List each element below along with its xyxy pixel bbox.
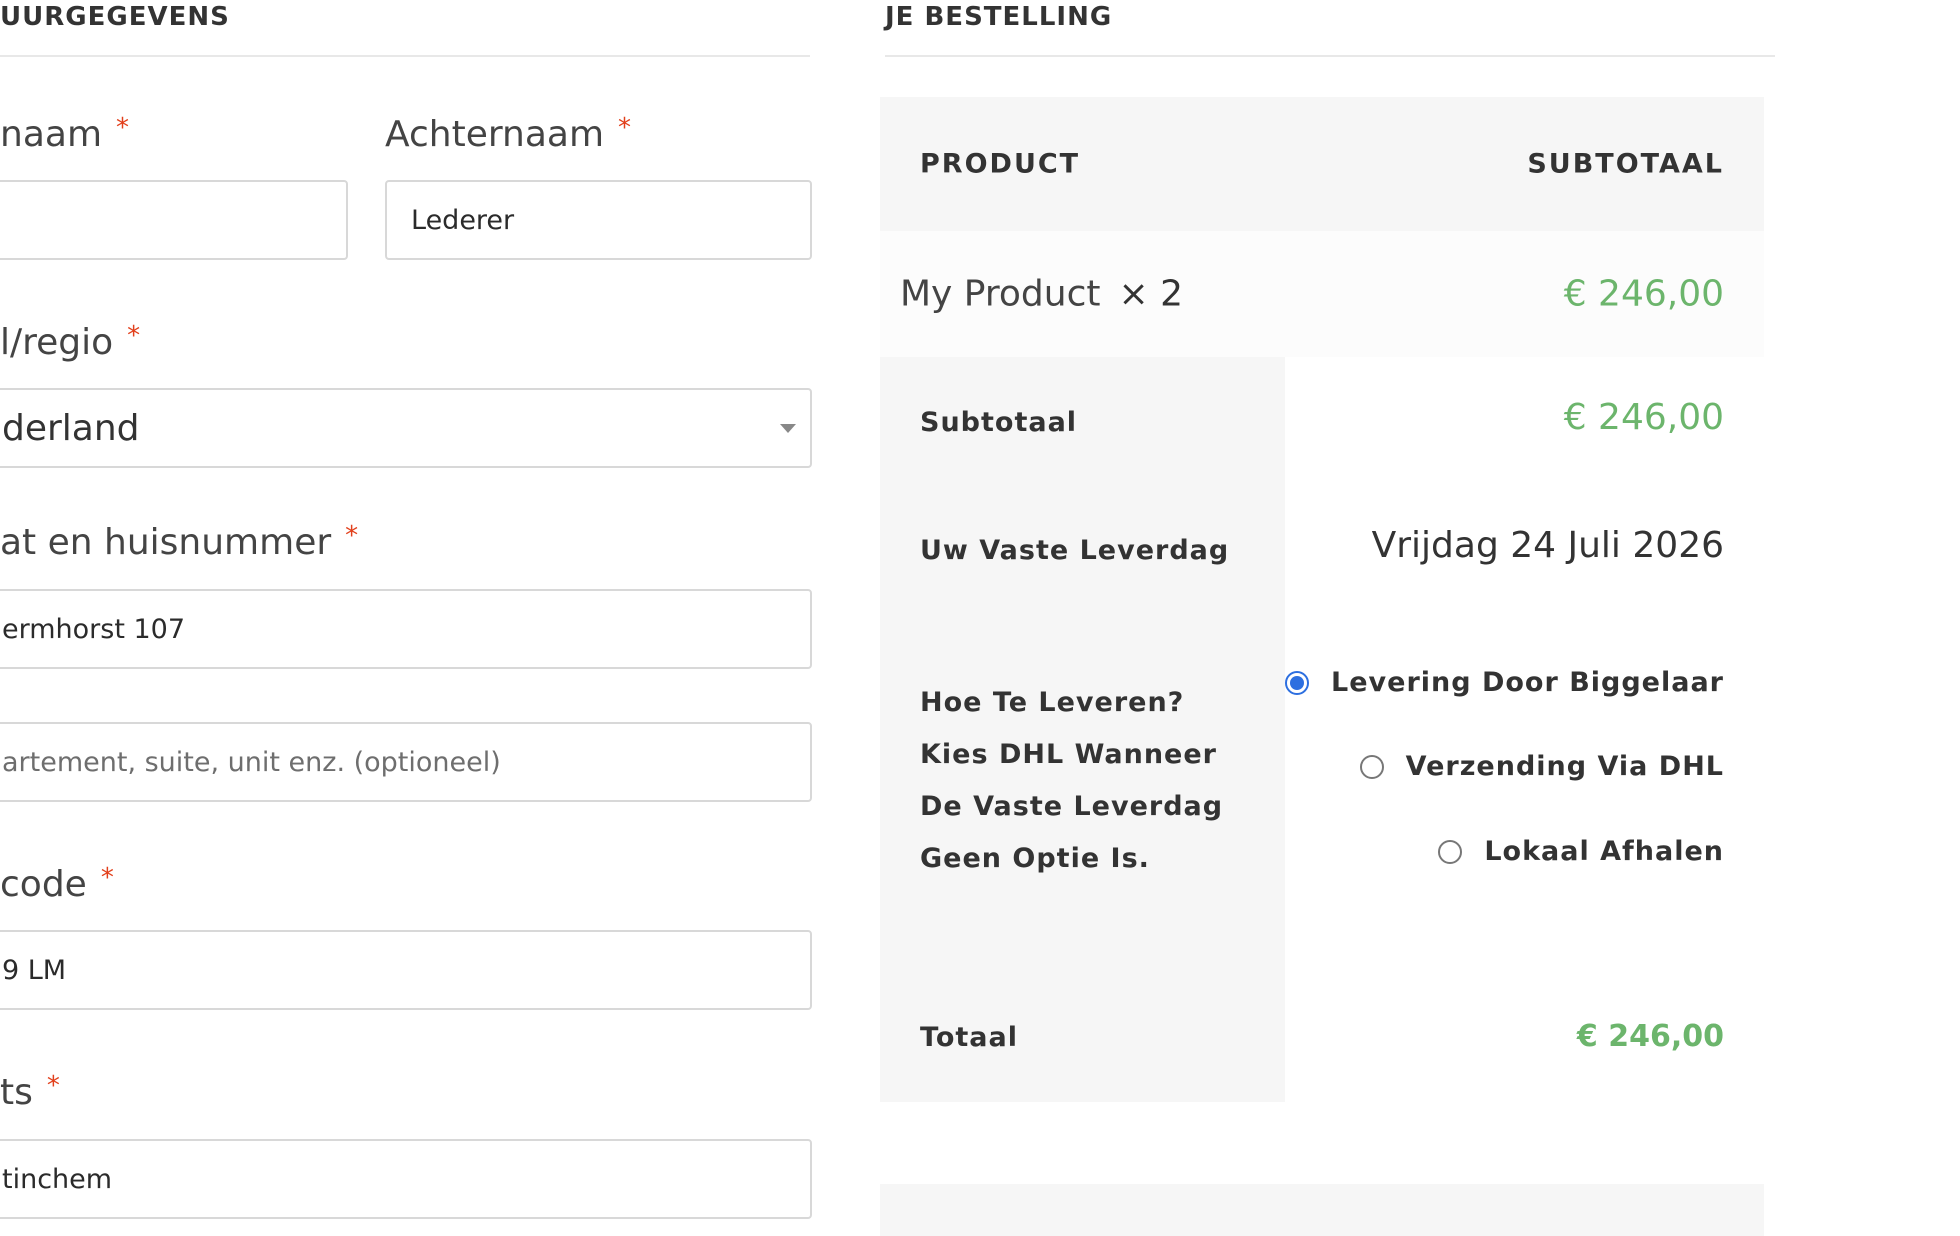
country-label-text: l/regio — [0, 322, 114, 363]
last-name-field[interactable]: Lederer — [385, 180, 812, 260]
radio-selected-icon[interactable] — [1285, 670, 1310, 695]
required-marker: * — [116, 113, 130, 143]
chevron-down-icon — [780, 424, 796, 433]
radio-unselected-icon[interactable] — [1359, 754, 1384, 779]
postcode-label: code * — [0, 863, 114, 905]
country-select-value: derland — [2, 407, 140, 449]
product-name: My Product — [900, 273, 1101, 315]
radio-unselected-icon[interactable] — [1438, 839, 1463, 864]
postcode-label-text: code — [0, 864, 87, 905]
order-table-header: PRODUCT SUBTOTAAL — [880, 97, 1764, 231]
shipping-option-label: Levering Door Biggelaar — [1331, 667, 1724, 698]
city-label: ts * — [0, 1071, 60, 1113]
street-label-text: at en huisnummer — [0, 522, 332, 563]
shipping-option-pickup[interactable]: Lokaal Afhalen — [1438, 836, 1724, 867]
billing-heading: UURGEGEVENS — [0, 2, 230, 32]
delivery-day-value: Vrijdag 24 Juli 2026 — [1371, 525, 1724, 566]
postcode-field[interactable]: 9 LM — [0, 930, 812, 1010]
city-label-text: ts — [0, 1072, 33, 1113]
shipping-option-label: Verzending Via DHL — [1405, 751, 1724, 782]
required-marker: * — [46, 1071, 60, 1101]
order-item-name: My Product × 2 — [900, 274, 1183, 315]
product-quantity: × 2 — [1118, 273, 1184, 315]
last-name-label: Achternaam * — [385, 113, 632, 155]
order-heading: JE BESTELLING — [885, 2, 1113, 32]
address2-field[interactable]: artement, suite, unit enz. (optioneel) — [0, 722, 812, 802]
last-name-label-text: Achternaam — [385, 114, 605, 155]
subtotal-label: Subtotaal — [920, 407, 1078, 438]
subtotal-value: € 246,00 — [1563, 397, 1724, 438]
subtotal-column-header: SUBTOTAAL — [1527, 148, 1724, 180]
order-item-row: My Product × 2 € 246,00 — [880, 231, 1764, 357]
shipping-option-dhl[interactable]: Verzending Via DHL — [1359, 751, 1724, 782]
country-select[interactable]: derland — [0, 388, 812, 468]
required-marker: * — [618, 113, 632, 143]
required-marker: * — [345, 521, 359, 551]
shipping-option-label: Lokaal Afhalen — [1484, 836, 1724, 867]
required-marker: * — [100, 863, 114, 893]
country-label: l/regio * — [0, 321, 141, 363]
total-label: Totaal — [920, 1022, 1018, 1053]
billing-divider — [0, 55, 810, 57]
product-column-header: PRODUCT — [920, 148, 1081, 180]
shipping-method-label: Hoe Te Leveren? Kies DHL Wanneer De Vast… — [920, 687, 1224, 874]
first-name-field[interactable] — [0, 180, 348, 260]
city-field[interactable]: tinchem — [0, 1139, 812, 1219]
payment-methods-box — [880, 1184, 1764, 1236]
first-name-label-text: naam — [0, 114, 103, 155]
total-value: € 246,00 — [1576, 1019, 1724, 1054]
shipping-option-biggelaar[interactable]: Levering Door Biggelaar — [1285, 667, 1724, 698]
delivery-day-label: Uw Vaste Leverdag — [920, 535, 1230, 566]
first-name-label: naam * — [0, 113, 130, 155]
order-item-price: € 246,00 — [1563, 273, 1724, 315]
street-label: at en huisnummer * — [0, 521, 359, 563]
order-divider — [885, 55, 1775, 57]
street-field[interactable]: ermhorst 107 — [0, 589, 812, 669]
required-marker: * — [127, 321, 141, 351]
